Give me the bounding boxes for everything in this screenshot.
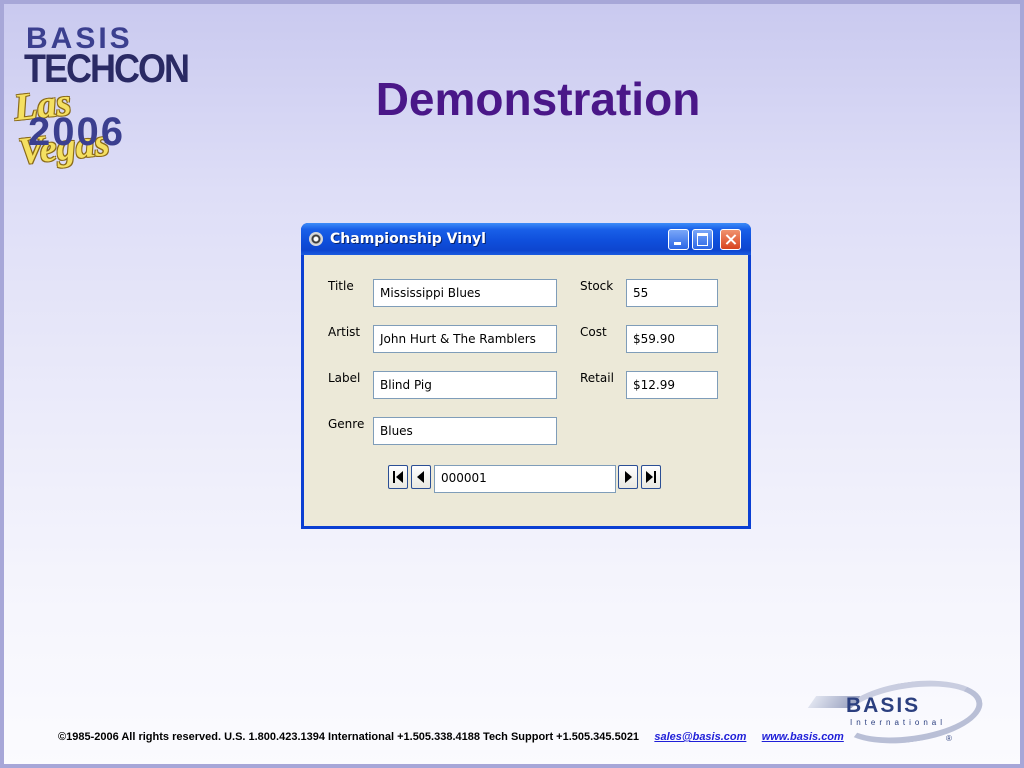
record-number-field[interactable]: 000001 [434,465,616,493]
registered-mark: ® [946,734,952,743]
cost-label: Cost [580,325,607,339]
genre-field[interactable]: Blues [373,417,557,445]
retail-field[interactable]: $12.99 [626,371,718,399]
footer-email-link[interactable]: sales@basis.com [654,731,746,743]
artist-field[interactable]: John Hurt & The Ramblers [373,325,557,353]
logo-international-word: International [850,718,947,727]
previous-record-button[interactable] [411,465,431,489]
title-label: Title [328,279,354,293]
stock-field[interactable]: 55 [626,279,718,307]
stock-label: Stock [580,279,614,293]
footer: ©1985-2006 All rights reserved. U.S. 1.8… [58,731,844,743]
window-title: Championship Vinyl [330,231,486,247]
logo-basis-word: BASIS [846,694,921,717]
last-record-button[interactable] [641,465,661,489]
next-record-icon [625,471,632,483]
previous-record-icon [417,471,424,483]
window-titlebar[interactable]: Championship Vinyl [301,223,751,255]
first-record-button[interactable] [388,465,408,489]
basis-international-logo: BASIS International ® [807,672,987,752]
close-button[interactable] [720,229,741,250]
next-record-button[interactable] [618,465,638,489]
artist-label: Artist [328,325,361,339]
first-record-icon [393,471,403,483]
minimize-button[interactable] [668,229,689,250]
title-field[interactable]: Mississippi Blues [373,279,557,307]
retail-label: Retail [580,371,614,385]
label-label: Label [328,371,361,385]
maximize-button[interactable] [692,229,713,250]
label-field[interactable]: Blind Pig [373,371,557,399]
disc-icon[interactable] [309,232,323,246]
footer-contact-text: ©1985-2006 All rights reserved. U.S. 1.8… [58,731,640,743]
last-record-icon [646,471,656,483]
cost-field[interactable]: $59.90 [626,325,718,353]
page-title: Demonstration [375,73,701,125]
genre-label: Genre [328,417,365,431]
championship-vinyl-window: Championship Vinyl Title Mississippi Blu… [301,223,751,529]
window-client-area: Title Mississippi Blues Artist John Hurt… [304,255,748,526]
